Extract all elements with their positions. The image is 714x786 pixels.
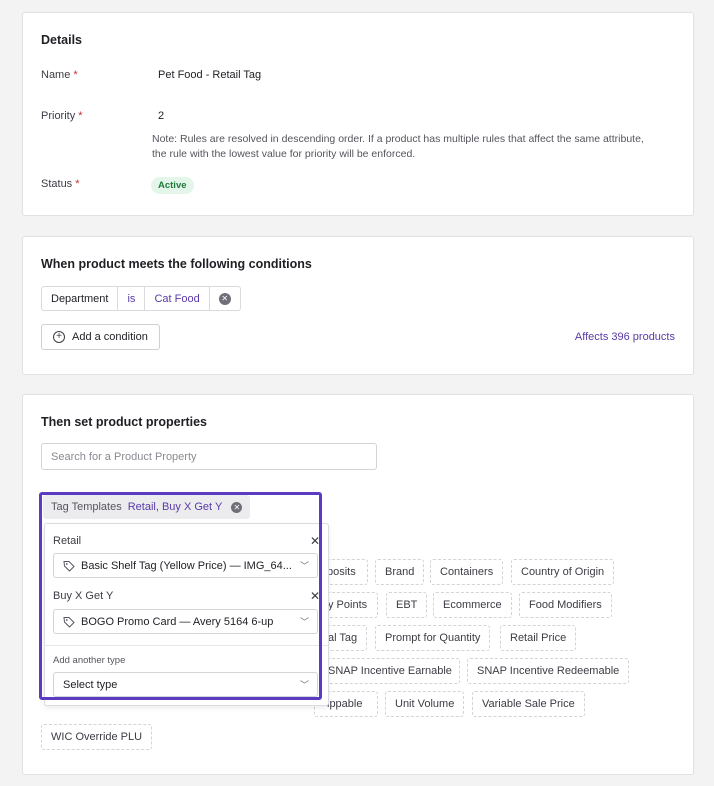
chevron-down-icon: ﹀ (299, 680, 309, 690)
properties-title: Then set product properties (41, 415, 207, 429)
add-condition-label: Add a condition (72, 331, 148, 343)
details-title: Details (41, 33, 82, 47)
add-condition-button[interactable]: + Add a condition (41, 324, 160, 350)
chip-retail-price[interactable]: Retail Price (500, 625, 577, 651)
bogo-type-label: Buy X Get Y (53, 590, 114, 602)
chevron-down-icon: ﹀ (299, 617, 309, 627)
chip-ebt[interactable]: EBT (386, 592, 428, 618)
required-mark: * (73, 69, 78, 81)
status-label: Status * (41, 178, 79, 190)
remove-condition-button[interactable]: ✕ (210, 287, 240, 310)
name-label-text: Name (41, 69, 71, 81)
tag-icon (63, 616, 75, 628)
bogo-template-select[interactable]: BOGO Promo Card — Avery 5164 6-up ﹀ (53, 609, 318, 634)
status-badge[interactable]: Active (151, 177, 194, 194)
chip-unit-volume[interactable]: Unit Volume (385, 691, 465, 717)
priority-note: Note: Rules are resolved in descending o… (152, 133, 644, 160)
priority-value[interactable]: 2 (158, 110, 164, 122)
conditions-title: When product meets the following conditi… (41, 257, 312, 271)
required-mark: * (78, 110, 83, 122)
tag-templates-panel: Retail ✕ Basic Shelf Tag (Yellow Price) … (44, 523, 329, 706)
chevron-down-icon: ﹀ (299, 561, 309, 571)
close-circle-icon[interactable]: ✕ (231, 501, 243, 513)
chip-snap-incentive-earnable[interactable]: SNAP Incentive Earnable (314, 658, 460, 684)
bogo-template-value: BOGO Promo Card — Avery 5164 6-up (81, 615, 274, 628)
tag-templates-pill[interactable]: Tag Templates Retail, Buy X Get Y ✕ (43, 495, 251, 519)
chip-brand[interactable]: Brand (375, 559, 425, 585)
plus-circle-icon: + (53, 331, 65, 343)
tag-templates-selected: Retail, Buy X Get Y (127, 501, 223, 513)
condition-value[interactable]: Cat Food (145, 287, 210, 310)
retail-type-label: Retail (53, 535, 82, 547)
condition-field[interactable]: Department (42, 287, 119, 310)
status-label-text: Status (41, 178, 73, 190)
property-search-input[interactable] (41, 443, 377, 470)
details-card: Details Name * Pet Food - Retail Tag Prio… (22, 12, 694, 216)
conditions-card: When product meets the following conditi… (22, 236, 694, 375)
remove-bogo-icon[interactable]: ✕ (310, 589, 320, 603)
condition-operator[interactable]: is (118, 287, 146, 310)
required-mark: * (75, 178, 80, 190)
panel-divider (45, 645, 328, 646)
add-type-select[interactable]: Select type ﹀ (53, 672, 318, 697)
chip-food-modifiers[interactable]: Food Modifiers (519, 592, 612, 618)
add-type-placeholder: Select type (63, 678, 118, 691)
name-value[interactable]: Pet Food - Retail Tag (158, 69, 261, 81)
retail-template-select[interactable]: Basic Shelf Tag (Yellow Price) — IMG_64.… (53, 553, 318, 578)
affects-products-link[interactable]: Affects 396 products (575, 331, 675, 343)
remove-retail-icon[interactable]: ✕ (310, 534, 320, 548)
chip-prompt-for-quantity[interactable]: Prompt for Quantity (375, 625, 491, 651)
chip-country-of-origin[interactable]: Country of Origin (511, 559, 615, 585)
tag-templates-label: Tag Templates (51, 501, 122, 513)
name-label: Name * (41, 69, 78, 81)
chip-snap-incentive-redeemable[interactable]: SNAP Incentive Redeemable (467, 658, 630, 684)
add-type-label: Add another type (53, 655, 126, 666)
condition-pill[interactable]: Department is Cat Food ✕ (41, 286, 241, 311)
priority-label: Priority * (41, 110, 83, 122)
close-circle-icon: ✕ (218, 292, 231, 305)
chip-variable-sale-price[interactable]: Variable Sale Price (472, 691, 585, 717)
retail-template-value: Basic Shelf Tag (Yellow Price) — IMG_64.… (81, 559, 292, 572)
tag-icon (63, 560, 75, 572)
chip-containers[interactable]: Containers (430, 559, 504, 585)
chip-wic-override-plu[interactable]: WIC Override PLU (41, 724, 153, 750)
chip-ecommerce[interactable]: Ecommerce (433, 592, 512, 618)
priority-label-text: Priority (41, 110, 76, 122)
